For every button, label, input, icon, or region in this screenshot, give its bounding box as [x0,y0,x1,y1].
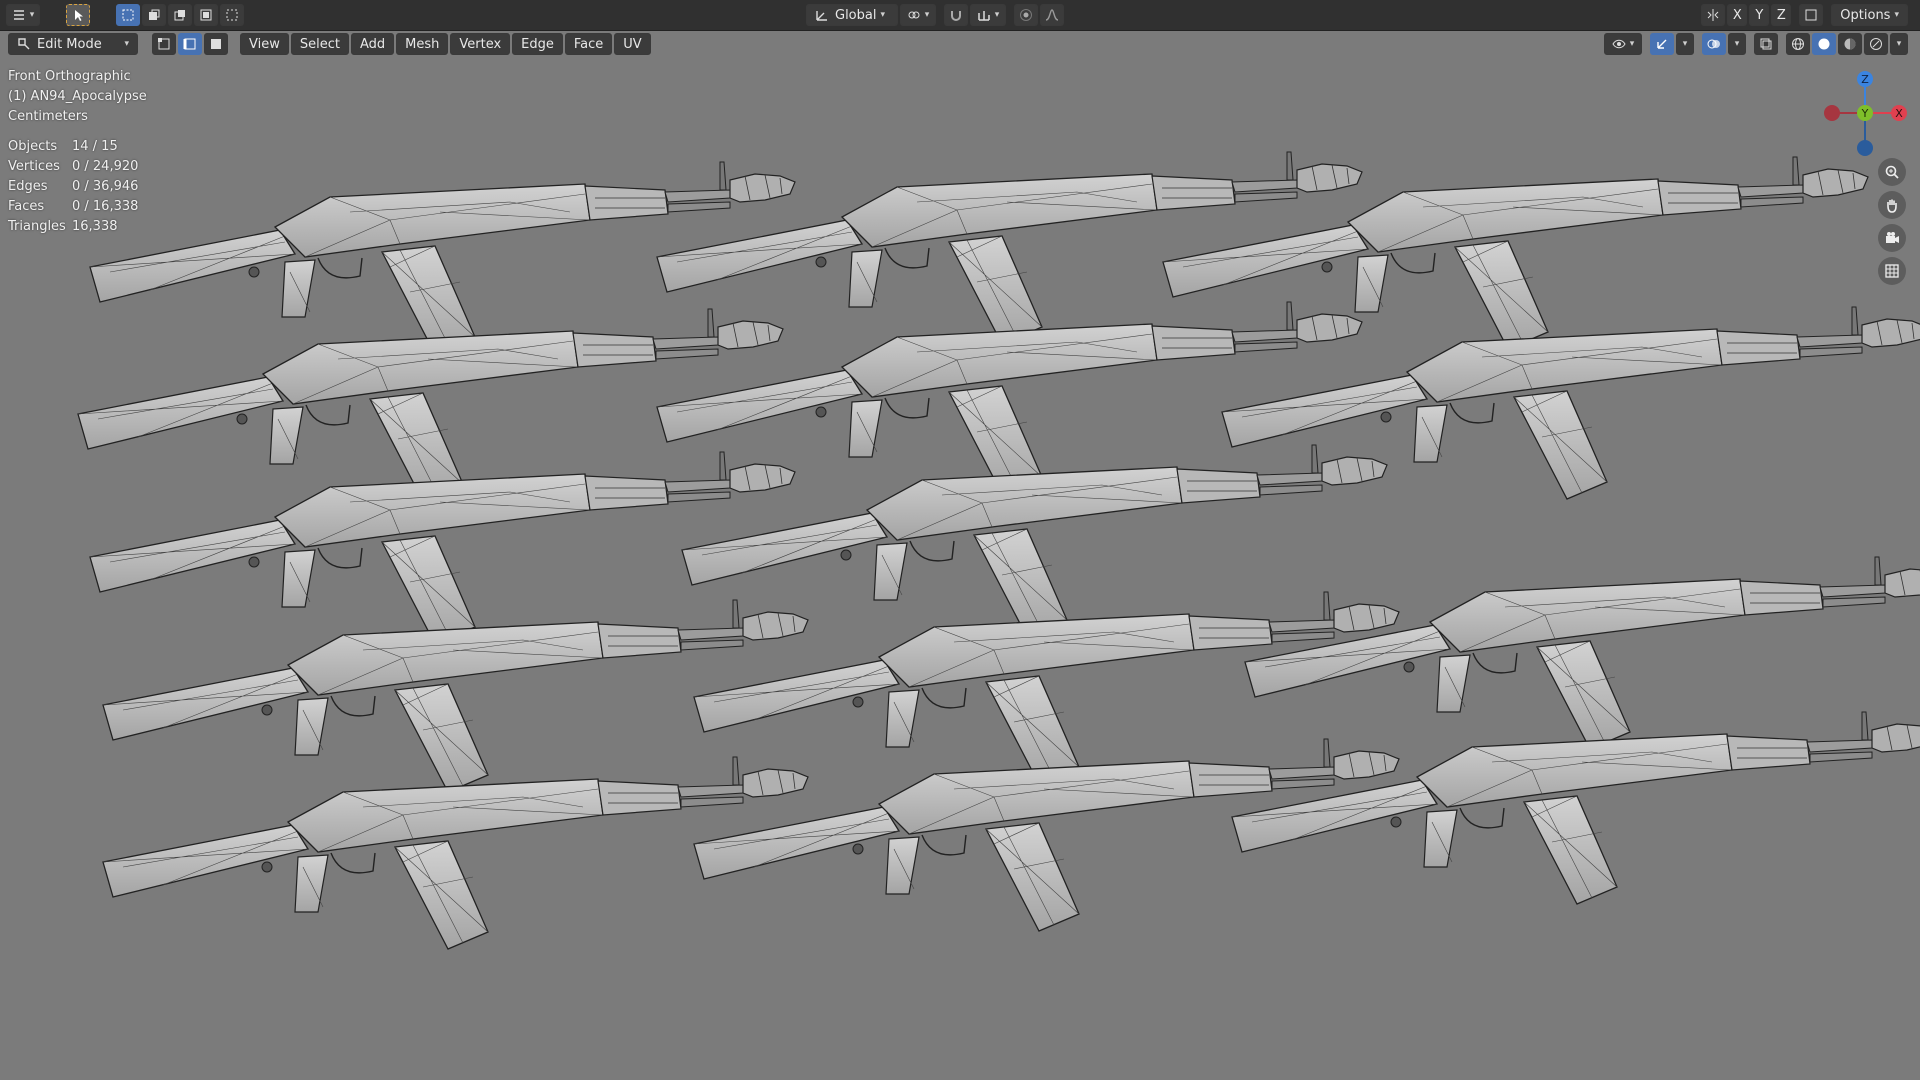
stat-row: Faces 0 / 16,338 [8,197,138,217]
stat-value: 14 / 15 [72,139,118,154]
edit-mode-icon [18,38,30,50]
menu-select[interactable]: Select [290,33,349,55]
box-select-icon[interactable] [220,4,244,26]
gizmo-icon[interactable] [1650,33,1674,55]
camera-icon[interactable] [1878,224,1906,252]
view-name: Front Orthographic [8,69,131,84]
stat-value: 16,338 [72,219,118,234]
stat-row: Edges 0 / 36,946 [8,177,138,197]
mode-label: Edit Mode [37,36,102,52]
stat-label: Faces [8,199,45,214]
vertex-mode-icon[interactable] [152,33,176,55]
xray-icon[interactable] [1754,33,1778,55]
menu-face[interactable]: Face [564,33,613,55]
axis-x-toggle[interactable]: X [1727,4,1748,26]
select-extend-icon[interactable] [142,4,166,26]
active-object-name: (1) AN94_Apocalypse [8,89,147,104]
pivot-icon[interactable]: ▾ [900,4,936,26]
axis-neg-x-handle[interactable] [1824,105,1840,121]
pan-hand-icon[interactable] [1878,191,1906,219]
select-subtract-icon[interactable] [168,4,192,26]
statistics-overlay: Objects 14 / 15 Vertices 0 / 24,920 Edges 0… [8,137,138,237]
options-dropdown[interactable]: Options ▾ [1831,4,1908,26]
top-header: ▾ Global ▾ ▾ ▾ X Y Z Options ▾ [0,0,1920,31]
rifle-mesh[interactable] [1231,711,1920,905]
gizmo-z-label: Z [1861,73,1869,86]
select-new-icon[interactable] [116,4,140,26]
menu-vertex[interactable]: Vertex [450,33,511,55]
shading-dropdown[interactable]: ▾ [1890,33,1908,55]
menu-edge[interactable]: Edge [512,33,563,55]
rendered-shading-icon[interactable] [1864,33,1888,55]
stat-row: Objects 14 / 15 [8,137,138,157]
3d-viewport[interactable] [0,57,1920,1080]
select-tool-icon[interactable] [66,4,90,26]
editor-type-icon[interactable]: ▾ [6,4,40,26]
stat-label: Objects [8,139,58,154]
stat-value: 0 / 24,920 [72,159,139,174]
face-mode-icon[interactable] [204,33,228,55]
unit-system: Centimeters [8,109,88,124]
select-invert-icon[interactable] [194,4,218,26]
zoom-icon[interactable] [1878,158,1906,186]
menu-view[interactable]: View [240,33,289,55]
menu-uv[interactable]: UV [614,33,651,55]
rifle-mesh[interactable] [1244,556,1920,750]
mode-dropdown[interactable]: Edit Mode ▾ [8,33,138,55]
menu-add[interactable]: Add [350,33,395,55]
overlay-dropdown[interactable]: ▾ [1728,33,1746,55]
viewport-header: Edit Mode ▾ View Select Add Mesh Vertex … [0,31,1920,57]
gizmo-dropdown[interactable]: ▾ [1676,33,1694,55]
menu-mesh[interactable]: Mesh [396,33,449,55]
gizmo-y-label: Y [1861,107,1869,120]
stat-row: Vertices 0 / 24,920 [8,157,138,177]
proportional-icon[interactable] [1040,4,1064,26]
overlay-icon[interactable] [1702,33,1726,55]
axis-neg-z-handle[interactable] [1857,140,1873,156]
stat-label: Triangles [8,219,66,234]
mesh-objects[interactable] [77,151,1920,950]
navigation-gizmo[interactable]: X Z Y [1810,62,1920,172]
snap-icon[interactable]: ▾ [970,4,1006,26]
transform-orientation-dropdown[interactable]: Global ▾ [806,4,898,26]
gizmo-x-label: X [1895,107,1903,120]
orientation-label: Global [835,7,877,23]
axis-z-toggle[interactable]: Z [1771,4,1792,26]
viewport-info: Front Orthographic (1) AN94_Apocalypse C… [8,67,147,127]
options-label: Options [1840,7,1891,23]
edge-mode-icon[interactable] [178,33,202,55]
wireframe-shading-icon[interactable] [1786,33,1810,55]
orientation-icon [816,11,827,21]
material-shading-icon[interactable] [1838,33,1862,55]
visibility-icon[interactable]: ▾ [1604,33,1642,55]
grid-icon[interactable] [1878,257,1906,285]
snap-toggle-icon[interactable] [944,4,968,26]
mirror-icon[interactable] [1701,4,1726,26]
auto-merge-icon[interactable] [1799,4,1824,26]
stat-value: 0 / 36,946 [72,179,139,194]
stat-value: 0 / 16,338 [72,199,139,214]
solid-shading-icon[interactable] [1812,33,1836,55]
stat-row: Triangles 16,338 [8,217,138,237]
proportional-toggle-icon[interactable] [1014,4,1038,26]
stat-label: Vertices [8,159,60,174]
axis-y-toggle[interactable]: Y [1749,4,1770,26]
stat-label: Edges [8,179,48,194]
